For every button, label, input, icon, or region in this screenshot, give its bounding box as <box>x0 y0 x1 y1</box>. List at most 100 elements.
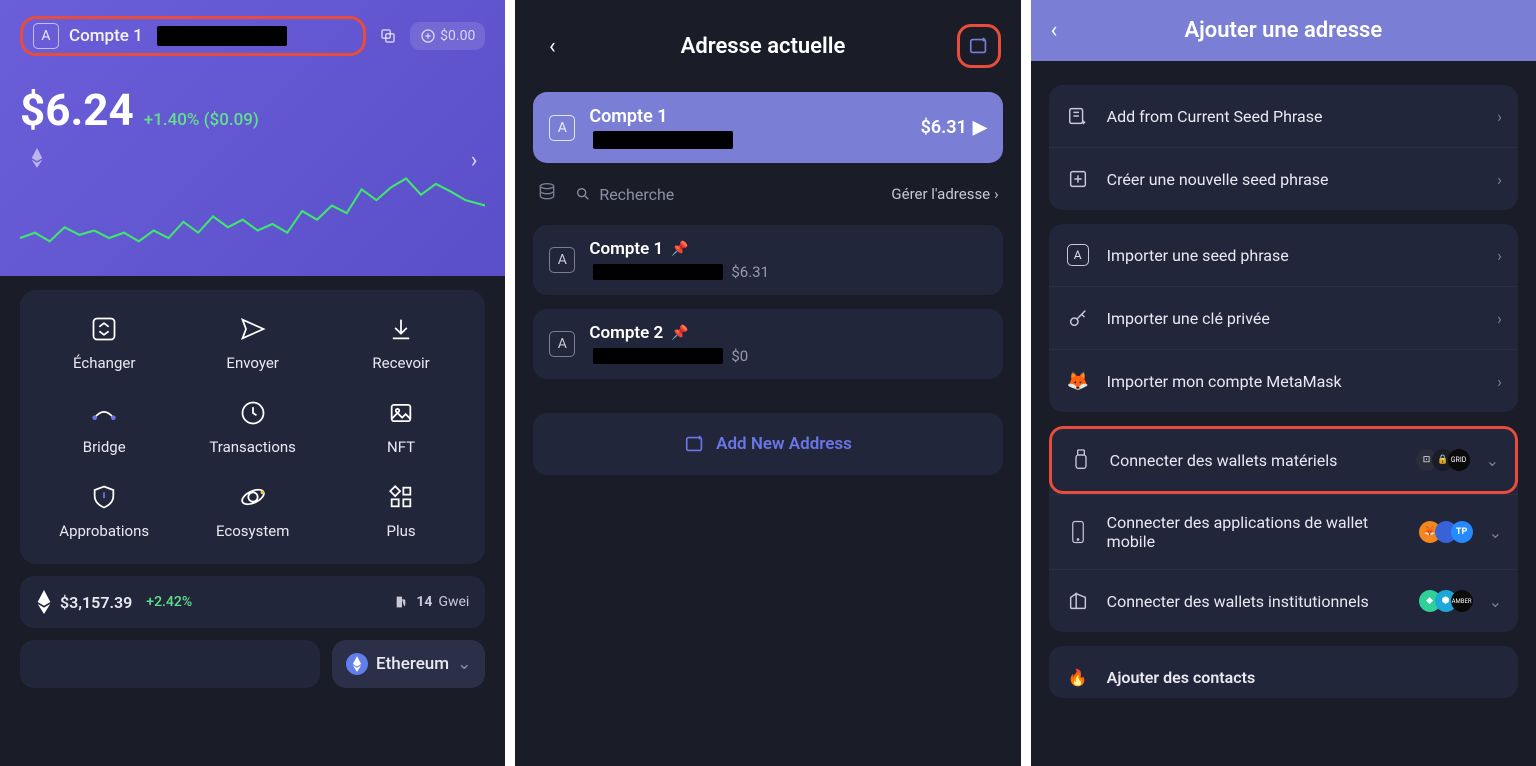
more-button[interactable]: Plus <box>327 482 475 540</box>
copy-address-button[interactable] <box>374 22 402 50</box>
nft-button[interactable]: NFT <box>327 398 475 456</box>
send-button[interactable]: Envoyer <box>178 314 326 372</box>
metamask-icon: 🦊 <box>1065 368 1091 394</box>
gas-pump-icon <box>394 594 410 610</box>
mobile-brands-icons: 🦊TP <box>1425 521 1473 543</box>
gas-price-chip[interactable]: $0.00 <box>410 22 485 50</box>
fire-icon: 🔥 <box>1065 664 1091 690</box>
chevron-right-icon: › <box>471 148 478 173</box>
connect-hardware-row[interactable]: Connecter des wallets matériels ⊡🔒GRID ⌄ <box>1049 426 1518 494</box>
approvals-button[interactable]: Approbations <box>30 482 178 540</box>
total-balance: $6.24 <box>20 84 134 136</box>
apps-icon <box>386 482 416 512</box>
connect-mobile-row[interactable]: Connecter des applications de wallet mob… <box>1049 494 1518 569</box>
institutional-brands-icons: ◆⬢AMBER <box>1425 590 1473 612</box>
swap-icon <box>89 314 119 344</box>
back-button[interactable]: ‹ <box>1051 18 1058 43</box>
database-icon[interactable] <box>537 181 563 207</box>
seed-add-icon <box>1065 103 1091 129</box>
action-grid: Échanger Envoyer Recevoir Bridge Transac… <box>20 290 485 564</box>
chevron-right-icon: › <box>1497 309 1502 328</box>
gas-price-value: $0.00 <box>440 28 475 44</box>
account-row[interactable]: A Compte 1📌 $6.31 <box>533 225 1002 295</box>
chevron-right-icon: › <box>1497 107 1502 126</box>
ethereum-icon <box>30 148 44 172</box>
add-new-address-button[interactable]: Add New Address <box>533 413 1002 475</box>
add-address-icon <box>684 433 706 455</box>
active-account-card[interactable]: A Compte 1 $6.31 ▶ <box>533 92 1002 163</box>
account-row[interactable]: A Compte 2 📌 $0 <box>533 309 1002 379</box>
add-address-header-button[interactable] <box>957 24 1001 68</box>
shield-icon <box>89 482 119 512</box>
gas-icon <box>420 28 436 44</box>
account-selector[interactable]: A Compte 1 <box>20 16 366 56</box>
chevron-down-icon: ⌄ <box>1489 523 1502 542</box>
import-seed-row[interactable]: A Importer une seed phrase › <box>1049 224 1518 286</box>
image-icon <box>386 398 416 428</box>
chevron-down-icon: ⌄ <box>1486 451 1499 470</box>
connect-institutional-row[interactable]: Connecter des wallets institutionnels ◆⬢… <box>1049 569 1518 632</box>
bridge-button[interactable]: Bridge <box>30 398 178 456</box>
plus-square-icon <box>1065 166 1091 192</box>
account-address-redacted <box>593 131 733 149</box>
receive-icon <box>386 314 416 344</box>
chevron-right-icon: › <box>1497 246 1502 265</box>
add-address-icon <box>968 35 990 57</box>
eth-price-delta: +2.42% <box>146 594 192 610</box>
account-name: Compte 1 <box>589 239 663 259</box>
manage-address-link[interactable]: Gérer l'adresse › <box>891 185 998 203</box>
network-name: Ethereum <box>376 654 449 674</box>
account-badge-icon: A <box>549 331 575 357</box>
account-address-redacted <box>593 348 723 364</box>
chevron-right-icon: › <box>994 185 999 203</box>
copy-icon <box>379 27 397 45</box>
import-key-row[interactable]: Importer une clé privée › <box>1049 286 1518 349</box>
building-icon <box>1065 588 1091 614</box>
eth-price-row[interactable]: $3,157.39 +2.42% 14 Gwei <box>20 576 485 628</box>
clock-icon <box>238 398 268 428</box>
account-badge-icon: A <box>33 23 59 49</box>
eth-price: $3,157.39 <box>60 593 132 612</box>
account-badge-icon: A <box>549 115 575 141</box>
account-address-redacted <box>157 26 287 46</box>
balance-delta: +1.40% ($0.09) <box>144 110 259 130</box>
screen-address-list: ‹ Adresse actuelle A Compte 1 $6.31 ▶ Re… <box>515 0 1020 766</box>
play-icon: ▶ <box>973 117 987 138</box>
chevron-down-icon: ⌄ <box>1489 592 1502 611</box>
orbit-icon <box>238 482 268 512</box>
screen-title: Ajouter une adresse <box>1184 18 1382 43</box>
account-badge-icon: A <box>549 247 575 273</box>
bridge-icon <box>89 398 119 428</box>
chevron-right-icon: › <box>1497 372 1502 391</box>
create-seed-row[interactable]: Créer une nouvelle seed phrase › <box>1049 147 1518 210</box>
send-icon <box>238 314 268 344</box>
search-placeholder: Recherche <box>599 185 674 204</box>
back-button[interactable]: ‹ <box>535 34 569 59</box>
gwei-label: Gwei <box>438 594 469 610</box>
account-balance: $0 <box>731 347 748 365</box>
network-selector[interactable]: Ethereum ⌄ <box>332 640 485 688</box>
swap-button[interactable]: Échanger <box>30 314 178 372</box>
ethereum-icon <box>36 590 52 614</box>
add-from-seed-row[interactable]: Add from Current Seed Phrase › <box>1049 85 1518 147</box>
import-metamask-row[interactable]: 🦊 Importer mon compte MetaMask › <box>1049 349 1518 412</box>
search-input[interactable]: Recherche <box>575 185 879 204</box>
hero-section: A Compte 1 $0.00 $6.24 +1.40% ($0.09) › <box>0 0 505 276</box>
usb-icon <box>1068 447 1094 473</box>
screen-add-address: ‹ Ajouter une adresse Add from Current S… <box>1031 0 1536 766</box>
balance-chart[interactable]: › <box>20 146 485 276</box>
chevron-right-icon: › <box>1497 170 1502 189</box>
chevron-down-icon: ⌄ <box>457 654 471 674</box>
transactions-button[interactable]: Transactions <box>178 398 326 456</box>
ecosystem-button[interactable]: Ecosystem <box>178 482 326 540</box>
add-contacts-row[interactable]: 🔥 Ajouter des contacts <box>1049 646 1518 698</box>
account-name: Compte 1 <box>69 26 143 46</box>
gwei-value: 14 <box>416 594 432 610</box>
pin-icon: 📌 <box>671 325 688 341</box>
receive-button[interactable]: Recevoir <box>327 314 475 372</box>
search-icon <box>575 186 591 202</box>
mobile-icon <box>1065 519 1091 545</box>
account-name: Compte 2 <box>589 323 663 343</box>
seed-icon: A <box>1065 242 1091 268</box>
hardware-brands-icons: ⊡🔒GRID <box>1422 449 1470 471</box>
